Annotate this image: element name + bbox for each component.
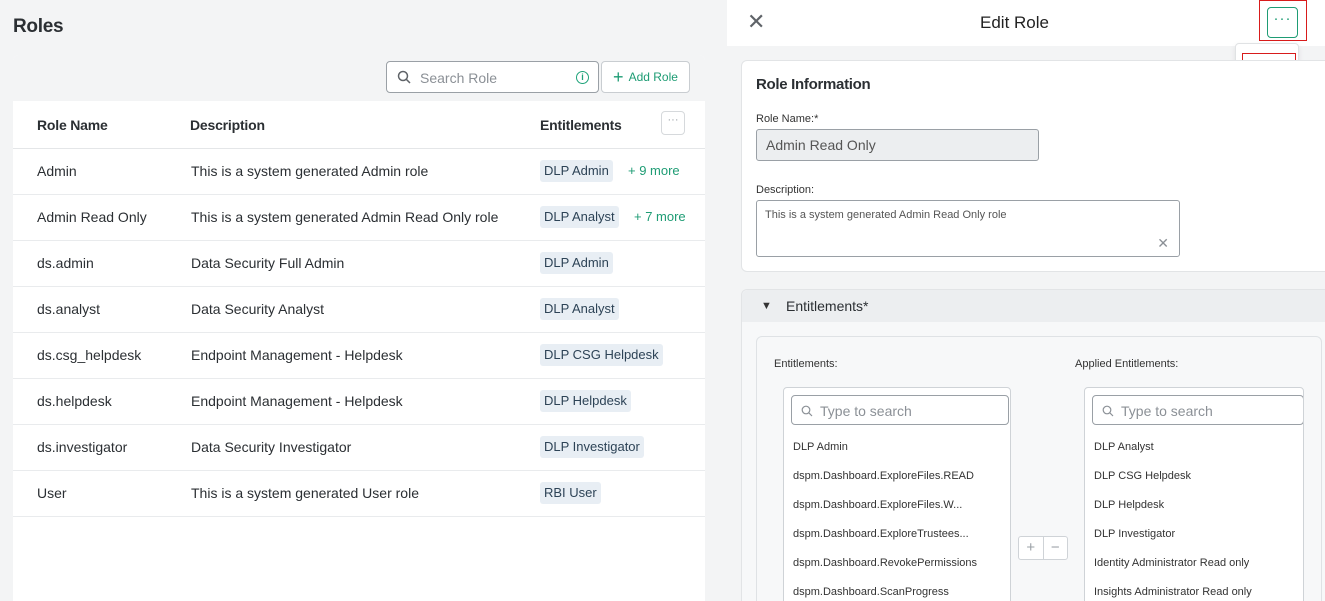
applied-search-input[interactable]: Type to search bbox=[1092, 395, 1303, 425]
role-name-cell: Admin bbox=[37, 163, 77, 179]
add-role-label: Add Role bbox=[628, 70, 678, 84]
list-item[interactable]: DLP Analyst bbox=[1094, 441, 1154, 453]
entitlement-badge: DLP Analyst bbox=[540, 206, 619, 228]
role-name-cell: ds.investigator bbox=[37, 439, 128, 455]
role-description-cell: Endpoint Management - Helpdesk bbox=[191, 393, 403, 409]
more-entitlements-link[interactable]: + 7 more bbox=[634, 209, 686, 224]
column-header-entitlements[interactable]: Entitlements bbox=[540, 117, 622, 133]
applied-entitlements-label: Applied Entitlements: bbox=[1075, 358, 1179, 370]
role-description-cell: Data Security Investigator bbox=[191, 439, 352, 455]
list-item[interactable]: dspm.Dashboard.ExploreFiles.W... bbox=[793, 499, 993, 511]
role-description-cell: Endpoint Management - Helpdesk bbox=[191, 347, 403, 363]
entitlement-badge: DLP Admin bbox=[540, 252, 613, 274]
column-header-description[interactable]: Description bbox=[190, 117, 265, 133]
role-name-cell: ds.analyst bbox=[37, 301, 101, 317]
list-item[interactable]: dspm.Dashboard.ExploreFiles.READ bbox=[793, 470, 993, 482]
search-placeholder: Type to search bbox=[820, 403, 912, 419]
role-information-title: Role Information bbox=[756, 76, 871, 93]
table-row[interactable]: Admin Read Only This is a system generat… bbox=[13, 195, 705, 241]
search-icon bbox=[801, 405, 813, 417]
panel-header: ✕ Edit Role ··· bbox=[727, 0, 1325, 46]
role-description-cell: Data Security Full Admin bbox=[191, 255, 345, 271]
entitlements-transfer: Entitlements: Applied Entitlements: Type… bbox=[756, 336, 1322, 601]
add-role-button[interactable]: + Add Role bbox=[601, 61, 690, 93]
applied-entitlements-list: Type to search DLP Analyst DLP CSG Helpd… bbox=[1084, 387, 1304, 601]
role-information-section: Role Information Role Name:* Admin Read … bbox=[741, 60, 1325, 272]
list-item[interactable]: DLP Admin bbox=[793, 441, 993, 453]
plus-icon: + bbox=[613, 67, 624, 87]
table-row[interactable]: ds.csg_helpdesk Endpoint Management - He… bbox=[13, 333, 705, 379]
column-options-icon[interactable]: ··· bbox=[661, 111, 685, 135]
list-item[interactable]: DLP Investigator bbox=[1094, 528, 1175, 540]
list-item[interactable]: DLP CSG Helpdesk bbox=[1094, 470, 1191, 482]
entitlement-badge: DLP CSG Helpdesk bbox=[540, 344, 663, 366]
role-name-cell: Admin Read Only bbox=[37, 209, 147, 225]
entitlement-badge: RBI User bbox=[540, 482, 601, 504]
search-icon bbox=[397, 70, 411, 84]
list-item[interactable]: dspm.Dashboard.RevokePermissions bbox=[793, 557, 993, 569]
table-row[interactable]: User This is a system generated User rol… bbox=[13, 471, 705, 517]
roles-table-card: Search Role i + Add Role Role Name Descr… bbox=[13, 55, 705, 601]
clear-icon[interactable]: ✕ bbox=[1157, 235, 1169, 252]
role-name-label: Role Name:* bbox=[756, 113, 819, 125]
search-role-placeholder: Search Role bbox=[420, 70, 498, 86]
role-name-cell: ds.admin bbox=[37, 255, 94, 271]
available-entitlements-list: Type to search DLP Admin dspm.Dashboard.… bbox=[783, 387, 1011, 601]
role-name-field[interactable]: Admin Read Only bbox=[756, 129, 1039, 161]
roles-page: Roles Search Role i + Add Role Role Name… bbox=[0, 0, 720, 601]
role-name-cell: ds.helpdesk bbox=[37, 393, 112, 409]
info-icon[interactable]: i bbox=[576, 71, 589, 84]
list-item[interactable]: dspm.Dashboard.ScanProgress bbox=[793, 586, 993, 598]
list-item[interactable]: Identity Administrator Read only bbox=[1094, 557, 1249, 569]
available-search-input[interactable]: Type to search bbox=[791, 395, 1009, 425]
table-row[interactable]: Admin This is a system generated Admin r… bbox=[13, 149, 705, 195]
panel-title: Edit Role bbox=[980, 13, 1049, 32]
available-entitlements-label: Entitlements: bbox=[774, 358, 838, 370]
role-description-cell: This is a system generated Admin Read On… bbox=[191, 209, 499, 225]
role-description-cell: This is a system generated User role bbox=[191, 485, 419, 501]
search-placeholder: Type to search bbox=[1121, 403, 1213, 419]
description-field[interactable]: This is a system generated Admin Read On… bbox=[756, 200, 1180, 257]
collapse-arrow-icon[interactable]: ▼ bbox=[761, 300, 772, 312]
table-row[interactable]: ds.admin Data Security Full Admin DLP Ad… bbox=[13, 241, 705, 287]
role-description-cell: This is a system generated Admin role bbox=[191, 163, 429, 179]
remove-entitlement-button[interactable]: − bbox=[1042, 537, 1068, 559]
role-description-cell: Data Security Analyst bbox=[191, 301, 325, 317]
table-row[interactable]: ds.helpdesk Endpoint Management - Helpde… bbox=[13, 379, 705, 425]
table-row[interactable]: ds.investigator Data Security Investigat… bbox=[13, 425, 705, 471]
table-row[interactable]: ds.analyst Data Security Analyst DLP Ana… bbox=[13, 287, 705, 333]
column-header-role-name[interactable]: Role Name bbox=[37, 117, 108, 133]
edit-role-panel: ✕ Edit Role ··· Delete Role Information … bbox=[727, 0, 1325, 601]
search-role-input[interactable]: Search Role i bbox=[386, 61, 599, 93]
page-title: Roles bbox=[13, 16, 64, 37]
search-icon bbox=[1102, 405, 1114, 417]
entitlement-badge: DLP Admin bbox=[540, 160, 613, 182]
entitlements-header[interactable]: ▼ Entitlements* bbox=[742, 290, 1325, 322]
entitlements-title: Entitlements* bbox=[786, 298, 869, 314]
list-item[interactable]: Insights Administrator Read only bbox=[1094, 586, 1252, 598]
entitlement-badge: DLP Analyst bbox=[540, 298, 619, 320]
add-entitlement-button[interactable]: + bbox=[1019, 537, 1043, 559]
more-options-button[interactable]: ··· bbox=[1267, 7, 1298, 38]
description-value: This is a system generated Admin Read On… bbox=[765, 209, 1007, 221]
description-label: Description: bbox=[756, 184, 815, 196]
more-entitlements-link[interactable]: + 9 more bbox=[628, 163, 680, 178]
list-item[interactable]: DLP Helpdesk bbox=[1094, 499, 1164, 511]
table-header: Role Name Description Entitlements ··· bbox=[13, 101, 705, 149]
roles-toolbar: Search Role i + Add Role bbox=[13, 55, 705, 101]
entitlement-badge: DLP Helpdesk bbox=[540, 390, 631, 412]
entitlements-section: ▼ Entitlements* Entitlements: Applied En… bbox=[741, 289, 1325, 601]
role-name-cell: User bbox=[37, 485, 67, 501]
role-name-cell: ds.csg_helpdesk bbox=[37, 347, 142, 363]
transfer-buttons: + − bbox=[1018, 536, 1068, 560]
list-item[interactable]: dspm.Dashboard.ExploreTrustees... bbox=[793, 528, 993, 540]
entitlement-badge: DLP Investigator bbox=[540, 436, 644, 458]
